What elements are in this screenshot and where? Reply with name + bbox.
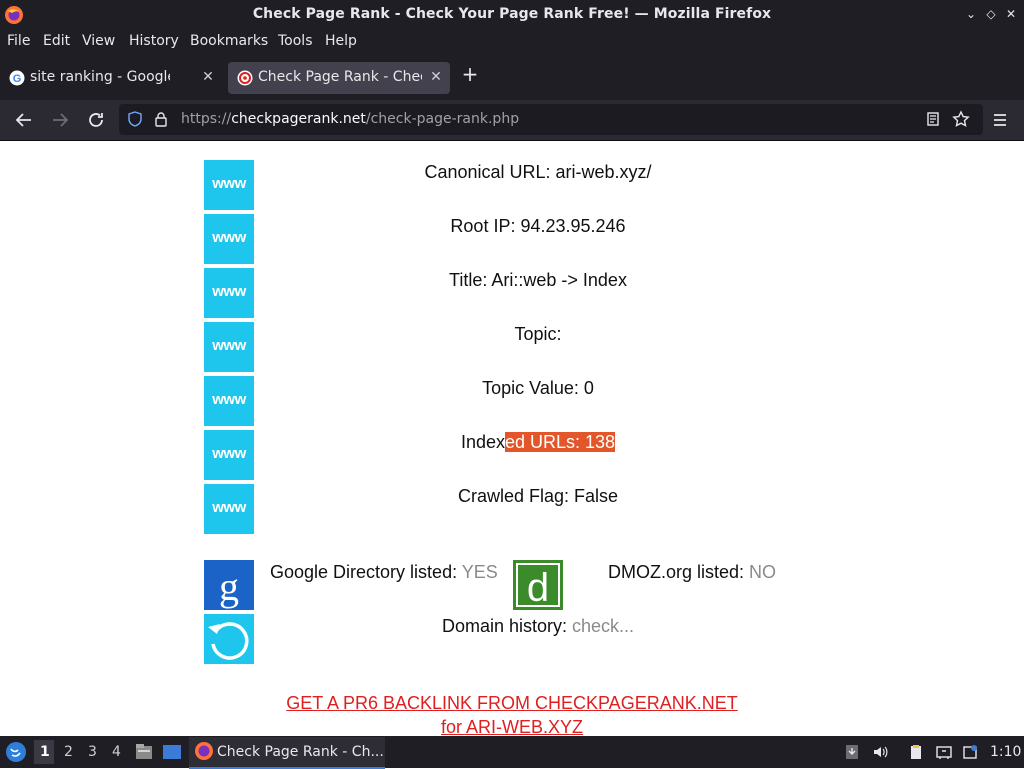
tab-check-page-rank[interactable]: Check Page Rank - Check ✕ xyxy=(228,62,450,94)
menu-bar: File Edit View History Bookmarks Tools H… xyxy=(0,30,1024,54)
back-arrow-icon xyxy=(15,113,31,127)
google-directory-value: YES xyxy=(461,562,498,582)
google-directory-label: Google Directory listed: xyxy=(270,562,462,582)
task-label: Check Page Rank - Ch... xyxy=(217,744,384,760)
restore-icon[interactable]: ◇ xyxy=(982,5,1000,23)
clipboard-icon[interactable] xyxy=(908,744,924,760)
hamburger-menu-icon xyxy=(994,114,1006,126)
menu-edit[interactable]: Edit xyxy=(43,33,70,49)
google-directory-row: Google Directory listed: YES xyxy=(270,562,498,583)
file-manager-icon[interactable] xyxy=(134,742,154,762)
firefox-task-icon xyxy=(195,742,213,760)
domain-history-row: Domain history: check... xyxy=(254,616,822,637)
taskbar: 1 2 3 4 Check Page Rank - Ch... 1:10 xyxy=(0,736,1024,769)
backlink-domain-link[interactable]: for ARI-WEB.XYZ xyxy=(441,717,583,736)
tab-label: site ranking - Google Sea xyxy=(30,69,170,85)
forward-button[interactable] xyxy=(48,108,72,132)
menu-tools[interactable]: Tools xyxy=(278,33,313,49)
volume-icon[interactable] xyxy=(872,744,888,760)
checkpagerank-favicon-icon xyxy=(237,70,253,86)
url-domain: checkpagerank.net xyxy=(231,111,366,127)
indexed-urls-row: Indexed URLs: 138 xyxy=(254,432,822,453)
svg-text:G: G xyxy=(13,73,22,85)
notifications-icon[interactable] xyxy=(962,744,978,760)
selected-text-highlight: ed URLs: 138 xyxy=(504,432,616,452)
workspace-1[interactable]: 1 xyxy=(40,744,50,760)
backlink-link[interactable]: GET A PR6 BACKLINK FROM CHECKPAGERANK.NE… xyxy=(286,693,737,713)
clock: 1:10 xyxy=(990,744,1022,760)
www-icon: www xyxy=(204,268,254,318)
dmoz-label: DMOZ.org listed: xyxy=(608,562,750,582)
menu-help[interactable]: Help xyxy=(325,33,357,49)
window-titlebar: Check Page Rank - Check Your Page Rank F… xyxy=(0,0,1024,30)
dmoz-row: DMOZ.org listed: NO xyxy=(608,562,776,583)
canonical-url-row: Canonical URL: ari-web.xyz/ xyxy=(424,162,652,182)
updates-icon[interactable] xyxy=(844,744,860,760)
tab-label: Check Page Rank - Check xyxy=(258,69,422,85)
www-icon: www xyxy=(204,430,254,480)
www-icon: www xyxy=(204,160,254,210)
menu-bookmarks[interactable]: Bookmarks xyxy=(190,33,268,49)
indexed-urls-text: Index xyxy=(460,432,505,452)
history-icon xyxy=(204,614,254,664)
www-icon: www xyxy=(204,484,254,534)
reader-view-icon[interactable] xyxy=(925,111,941,127)
menu-file[interactable]: File xyxy=(7,33,30,49)
www-icon: www xyxy=(204,214,254,264)
google-directory-icon: g xyxy=(204,560,254,610)
workspace-2[interactable]: 2 xyxy=(64,744,73,760)
www-icon: www xyxy=(204,322,254,372)
url-text[interactable]: https://checkpagerank.net/check-page-ran… xyxy=(181,111,519,127)
menu-view[interactable]: View xyxy=(82,33,115,49)
www-icon: www xyxy=(204,376,254,426)
forward-arrow-icon xyxy=(53,113,69,127)
root-ip-row: Root IP: 94.23.95.246 xyxy=(450,216,626,236)
google-favicon-icon: G xyxy=(9,70,25,86)
url-prefix: https:// xyxy=(181,111,232,127)
new-tab-button[interactable]: + xyxy=(458,62,482,86)
domain-history-check-link[interactable]: check... xyxy=(572,616,634,636)
reload-button[interactable] xyxy=(84,108,108,132)
app-menu-button[interactable] xyxy=(988,108,1012,132)
close-tab-icon[interactable]: ✕ xyxy=(200,69,216,85)
lock-icon[interactable] xyxy=(153,111,169,127)
menu-history[interactable]: History xyxy=(129,33,179,49)
taskbar-firefox-task[interactable]: Check Page Rank - Ch... xyxy=(189,737,385,769)
reload-icon xyxy=(89,113,103,127)
topic-value-row: Topic Value: 0 xyxy=(482,378,594,398)
tab-google-search[interactable]: G site ranking - Google Sea ✕ xyxy=(0,62,222,94)
window-title: Check Page Rank - Check Your Page Rank F… xyxy=(252,6,772,22)
domain-history-label: Domain history: xyxy=(441,616,572,636)
google-icon-letter: g xyxy=(219,564,239,609)
url-path: /check-page-rank.php xyxy=(365,111,520,127)
network-icon[interactable] xyxy=(936,744,952,760)
close-tab-icon[interactable]: ✕ xyxy=(428,69,444,85)
tab-bar: G site ranking - Google Sea ✕ Check Page… xyxy=(0,54,1024,100)
minimize-icon[interactable]: ⌄ xyxy=(962,5,980,23)
bookmark-star-icon[interactable] xyxy=(952,110,970,128)
workspace-3[interactable]: 3 xyxy=(88,744,97,760)
workspace-4[interactable]: 4 xyxy=(112,744,121,760)
dmoz-icon: d xyxy=(513,560,563,610)
url-bar[interactable]: https://checkpagerank.net/check-page-ran… xyxy=(119,104,983,135)
backlink-promo: GET A PR6 BACKLINK FROM CHECKPAGERANK.NE… xyxy=(0,693,1024,736)
crawled-flag-row: Crawled Flag: False xyxy=(457,486,619,506)
navigation-toolbar: https://checkpagerank.net/check-page-ran… xyxy=(0,100,1024,141)
dmoz-icon-letter: d xyxy=(527,566,549,610)
close-window-icon[interactable]: ✕ xyxy=(1002,5,1020,23)
page-content: www www www www www www www Canonical UR… xyxy=(0,141,1024,736)
dmoz-value: NO xyxy=(749,562,777,582)
desktop-icon[interactable] xyxy=(162,742,182,762)
start-menu-icon[interactable] xyxy=(5,741,27,763)
shield-icon[interactable] xyxy=(127,111,143,127)
back-button[interactable] xyxy=(12,108,36,132)
topic-row: Topic: xyxy=(514,324,562,344)
title-row: Title: Ari::web -> Index xyxy=(449,270,627,290)
